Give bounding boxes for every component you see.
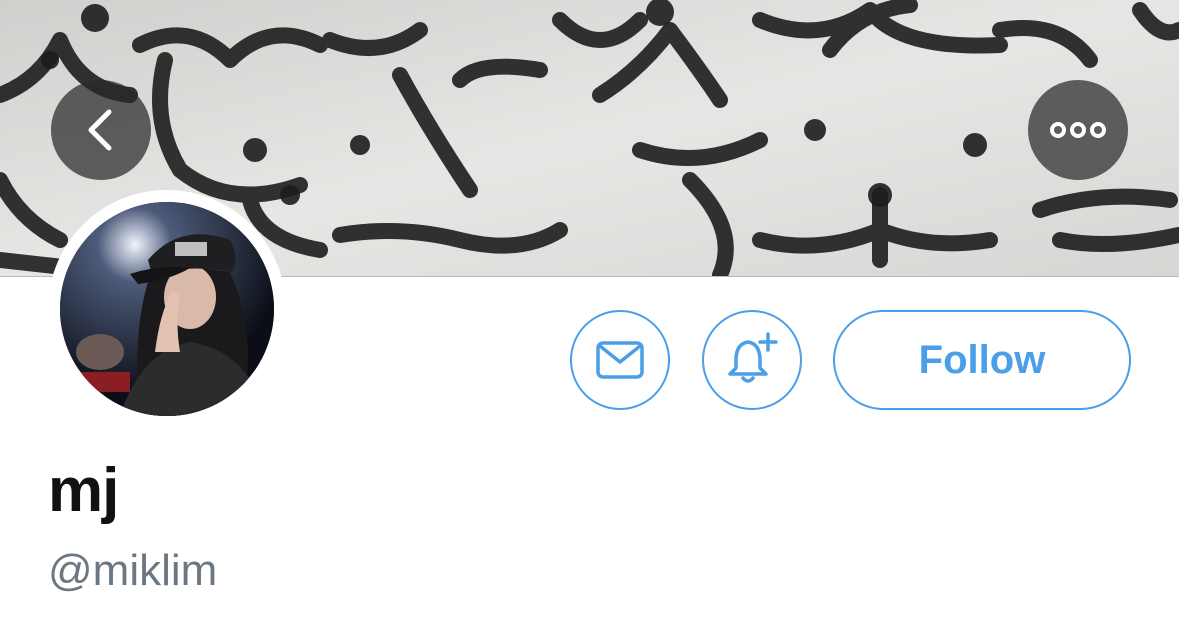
message-button[interactable] xyxy=(570,310,670,410)
profile-screen: Follow mj @miklim xyxy=(0,0,1179,626)
bell-plus-icon xyxy=(728,332,778,383)
notifications-button[interactable] xyxy=(702,310,802,410)
avatar-photo xyxy=(60,202,274,416)
avatar[interactable] xyxy=(48,190,286,428)
back-button[interactable] xyxy=(51,80,151,180)
envelope-icon xyxy=(596,341,644,379)
user-handle: @miklim xyxy=(48,546,218,595)
more-options-button[interactable] xyxy=(1028,80,1128,180)
more-horizontal-icon xyxy=(1050,122,1106,138)
avatar-image xyxy=(60,202,274,416)
follow-button[interactable]: Follow xyxy=(833,310,1131,410)
display-name: mj xyxy=(48,456,119,525)
chevron-left-icon xyxy=(88,109,112,151)
